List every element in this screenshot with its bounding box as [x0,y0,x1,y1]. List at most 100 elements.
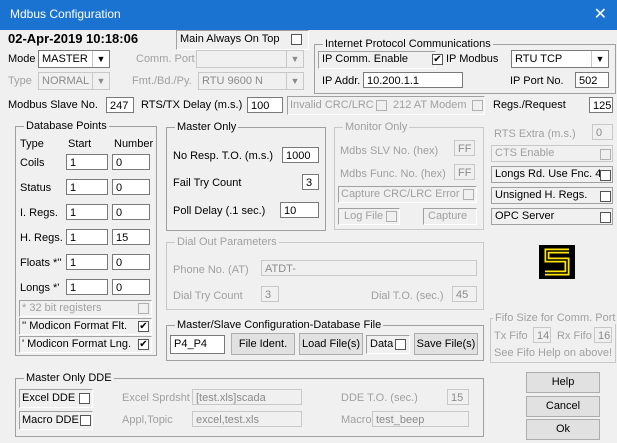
db-start-hregs[interactable]: 1 [66,229,108,245]
db-number-floats[interactable]: 0 [112,254,150,270]
regs-request-field[interactable]: 125 [589,97,613,113]
db-start-iregs[interactable]: 1 [66,204,108,220]
tx-fifo-field[interactable]: 14 [533,327,551,343]
load-files-button[interactable]: Load File(s) [299,333,363,355]
db-number-longs[interactable]: 0 [112,279,150,295]
log-file-checkbox[interactable] [386,211,397,222]
appl-topic-field[interactable]: excel,test.xls [192,411,302,427]
dial-try-field[interactable]: 3 [261,286,279,302]
db-number-coils[interactable]: 0 [112,154,150,170]
db-type-longs: Longs *' [20,282,60,294]
failtry-field[interactable]: 3 [302,174,319,190]
sprdsht-label: Excel Sprdsht [122,392,190,404]
capture-button[interactable]: Capture [428,210,467,222]
col-number-header: Number [114,138,154,150]
modicon-lng-checkbox[interactable]: ✔ [138,339,149,350]
col-start-header: Start [68,138,92,150]
mode-select[interactable]: MASTER ▼ [38,50,110,68]
slave-no-field[interactable]: 247 [106,97,134,113]
chevron-down-icon: ▼ [591,51,608,67]
mode-label: Mode [8,53,36,65]
capture-crc-checkbox[interactable] [463,189,474,200]
window-title: Mdbus Configuration [10,7,121,21]
datetime-display: 02-Apr-2019 10:18:06 [8,31,139,46]
opc-server-option: OPC Server [491,208,613,225]
poll-delay-field[interactable]: 10 [280,202,319,218]
mdbs-slv-label: Mdbs SLV No. (hex) [340,145,439,157]
file-ident-button[interactable]: File Ident. [231,333,295,355]
chevron-down-icon: ▼ [286,73,303,89]
db-number-status[interactable]: 0 [112,179,150,195]
longs-rd-label: Longs Rd. Use Fnc. 4 [495,168,602,180]
macro-field[interactable]: test_beep [372,411,469,427]
tx-fifo-label: Tx Fifo [494,330,528,342]
db-start-longs[interactable]: 1 [66,279,108,295]
title-bar: Mdbus Configuration ✕ [0,0,617,30]
macro-dde-label: Macro DDE [22,414,79,426]
close-icon[interactable]: ✕ [594,4,607,24]
chevron-down-icon: ▼ [92,73,109,89]
monitor-only-label: Monitor Only [343,121,410,133]
ip-modbus-select[interactable]: RTU TCP ▼ [511,50,609,68]
ip-enable-checkbox[interactable]: ✔ [432,54,443,65]
type-select[interactable]: NORMAL ▼ [38,72,110,90]
mdbs-func-field[interactable]: FF [454,164,475,180]
fifo-help-note: See Fifo Help on above! [494,347,613,359]
mdbs-slv-field[interactable]: FF [454,140,475,156]
unsigned-h-checkbox[interactable] [600,191,611,202]
fifo-label: Fifo Size for Comm. Port [493,312,617,324]
db-start-status[interactable]: 1 [66,179,108,195]
capture-crc-label: Capture CRC/LRC Error [341,188,460,200]
unsigned-h-option: Unsigned H. Regs. [491,187,613,204]
noresp-field[interactable]: 1000 [282,147,319,163]
dde-to-label: DDE T.O. (sec.) [341,392,418,404]
rx-fifo-label: Rx Fifo [557,330,592,342]
cancel-button[interactable]: Cancel [526,396,600,417]
cts-enable-label: CTS Enable [495,147,555,159]
data-checkbox[interactable] [395,339,406,350]
cts-enable-checkbox[interactable] [600,149,611,160]
db-start-floats[interactable]: 1 [66,254,108,270]
sprdsht-field[interactable]: [test.xls]scada [192,389,302,405]
rts-extra-field[interactable]: 0 [592,124,613,140]
longs-rd-checkbox[interactable] [600,170,611,181]
db-start-coils[interactable]: 1 [66,154,108,170]
db-number-hregs[interactable]: 15 [112,229,150,245]
excel-dde-label: Excel DDE [22,392,76,404]
fmt-select[interactable]: RTU 9600 N ▼ [198,72,304,90]
unsigned-h-label: Unsigned H. Regs. [495,189,588,201]
main-always-on-top-checkbox[interactable] [291,34,302,45]
slave-no-label: Modbus Slave No. [8,99,98,111]
dde-to-field[interactable]: 15 [447,389,469,405]
help-button[interactable]: Help [526,372,600,393]
ip-addr-label: IP Addr. [322,75,361,87]
comm-port-select[interactable]: ▼ [196,50,304,68]
rx-fifo-field[interactable]: 16 [594,327,612,343]
ip-group-label: Internet Protocol Communications [323,38,493,50]
failtry-label: Fail Try Count [173,177,242,189]
db-number-iregs[interactable]: 0 [112,204,150,220]
bit32-checkbox[interactable] [138,303,149,314]
dial-to-field[interactable]: 45 [452,286,477,302]
save-files-button[interactable]: Save File(s) [414,333,478,355]
macro-dde-checkbox[interactable] [80,415,91,426]
config-file-field[interactable]: P4_P4 [170,335,225,354]
master-only-label: Master Only [175,121,239,133]
main-always-on-top-label: Main Always On Top [180,33,280,45]
poll-delay-label: Poll Delay (.1 sec.) [173,205,266,217]
modicon-flt-checkbox[interactable]: ✔ [138,321,149,332]
data-label: Data [370,338,394,350]
ip-enable-label: IP Comm. Enable [322,53,409,65]
at-modem-checkbox[interactable] [472,100,483,111]
ip-port-field[interactable]: 502 [575,72,609,88]
logo-icon [539,245,575,279]
opc-server-checkbox[interactable] [600,212,611,223]
ok-button[interactable]: Ok [526,419,600,440]
excel-dde-checkbox[interactable] [79,393,90,404]
phone-field[interactable]: ATDT- [261,260,477,276]
comm-port-label: Comm. Port [136,53,195,65]
fmt-label: Fmt./Bd./Py. [132,75,192,87]
ip-addr-field[interactable]: 10.200.1.1 [363,72,463,88]
rts-delay-field[interactable]: 100 [247,97,283,113]
invalid-crc-checkbox[interactable] [376,100,387,111]
